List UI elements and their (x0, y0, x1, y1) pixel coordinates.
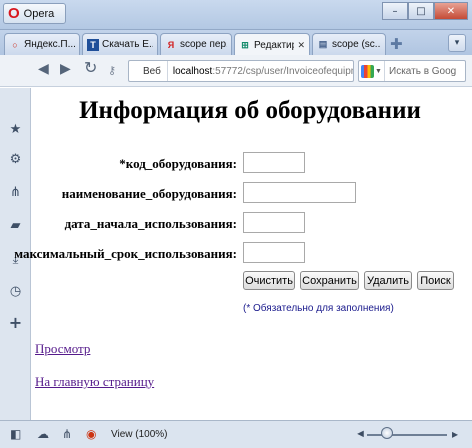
start-date-input[interactable] (243, 212, 305, 233)
view-link[interactable]: Просмотр (35, 341, 90, 357)
tab-download[interactable]: T Скачать Е... (82, 33, 158, 55)
tab-scope-search[interactable]: Я scope пер... (160, 33, 232, 55)
search-engine-selector[interactable]: ▼ (359, 61, 385, 81)
zoom-slider-track[interactable] (367, 434, 447, 436)
tab-yandex[interactable]: ○ Яндекс.П... (4, 33, 80, 55)
reload-icon[interactable]: ↻ (84, 60, 97, 76)
tab-label: scope (sc... (332, 39, 381, 50)
address-bar[interactable]: Веб localhost :57772/csp/user/Invoiceofe… (128, 60, 354, 82)
search-box[interactable]: ▼ Искать в Goog (358, 60, 466, 82)
navigation-bar: ◀ ▶ ↻ ⚷ Веб localhost :57772/csp/user/In… (0, 55, 472, 87)
equipment-name-label: наименование_оборудования: (61, 186, 237, 201)
key-icon[interactable]: ⚷ (108, 64, 116, 77)
notes-icon[interactable]: ▰ (0, 219, 31, 232)
google-logo-icon (361, 64, 375, 78)
max-term-label: максимальный_срок_использования: (14, 246, 237, 261)
tab-label: Редактир... (254, 39, 294, 51)
tab-close-icon[interactable]: ✕ (297, 40, 305, 51)
panel-toggle-icon[interactable]: ◧ (10, 428, 21, 440)
close-window-button[interactable]: ✕ (434, 2, 468, 20)
delete-button[interactable]: Удалить (364, 271, 412, 290)
zoom-in-icon[interactable]: ▸ (452, 427, 458, 441)
max-term-input[interactable] (243, 242, 305, 263)
tab-label: Скачать Е... (102, 39, 153, 50)
equipment-code-input[interactable] (243, 152, 305, 173)
maximize-button[interactable]: □ (408, 2, 434, 20)
opera-menu-label: Opera (23, 7, 55, 20)
history-clock-icon[interactable]: ◷ (0, 285, 31, 298)
page-title: Информация об оборудовании (79, 97, 421, 124)
page-content: Информация об оборудовании *код_оборудов… (14, 88, 468, 420)
back-arrow-icon[interactable]: ◀ (38, 62, 49, 76)
forward-arrow-icon[interactable]: ▶ (60, 62, 71, 76)
unite-icon[interactable]: ⋔ (62, 428, 72, 440)
search-button[interactable]: Поиск (417, 271, 454, 290)
search-input[interactable]: Искать в Goog (385, 66, 456, 77)
address-path: :57772/csp/user/Invoiceofequipmentl (212, 65, 353, 77)
tab-editor-active[interactable]: ⊞ Редактир... ✕ (234, 33, 310, 56)
status-bar: ◧ ☁ ⋔ ◉ View (100%) ◄ ▸ (0, 420, 472, 448)
new-tab-plus-icon[interactable]: ✚ (390, 37, 403, 52)
view-zoom-label[interactable]: View (100%) (111, 429, 168, 440)
page-favicon-icon: ▤ (318, 39, 328, 49)
home-link[interactable]: На главную страницу (35, 374, 154, 390)
t-favicon-icon: T (87, 38, 99, 51)
tab-scope[interactable]: ▤ scope (sc... (312, 33, 386, 55)
tab-strip: ○ Яндекс.П... T Скачать Е... Я scope пер… (0, 30, 472, 56)
start-date-label: дата_начала_использования: (64, 216, 237, 231)
title-bar: O Opera – □ ✕ (0, 0, 472, 30)
add-panel-icon[interactable]: + (0, 315, 31, 331)
yandex-favicon-icon: Я (167, 39, 175, 50)
tab-label: Яндекс.П... (24, 39, 75, 50)
tab-menu-button[interactable]: ▾ (448, 34, 466, 52)
clear-button[interactable]: Очистить (243, 271, 295, 290)
turbo-icon[interactable]: ◉ (86, 428, 96, 440)
opera-speed-dial-icon: ○ (12, 39, 18, 50)
csp-favicon-icon: ⊞ (241, 39, 249, 50)
settings-gear-icon[interactable]: ⚙ (0, 153, 31, 166)
form-buttons: Очистить Сохранить Удалить Поиск (243, 271, 454, 290)
opera-menu-button[interactable]: O Opera (3, 3, 66, 24)
cloud-icon[interactable]: ☁ (37, 428, 49, 440)
unite-share-icon[interactable]: ⋔ (0, 186, 31, 199)
equipment-code-label: *код_оборудования: (119, 156, 237, 171)
opera-logo-icon: O (8, 5, 20, 22)
window-controls: – □ ✕ (382, 2, 468, 20)
address-web-label[interactable]: Веб (129, 61, 168, 81)
save-button[interactable]: Сохранить (300, 271, 359, 290)
zoom-out-icon[interactable]: ◄ (355, 428, 366, 440)
required-note: (* Обязательно для заполнения) (243, 303, 394, 314)
address-host: localhost (172, 65, 213, 77)
tab-label: scope пер... (180, 39, 227, 50)
minimize-button[interactable]: – (382, 2, 408, 20)
bookmarks-star-icon[interactable]: ★ (0, 123, 31, 136)
equipment-name-input[interactable] (243, 182, 356, 203)
chevron-down-icon: ▼ (375, 67, 382, 75)
zoom-slider-thumb[interactable] (381, 427, 393, 439)
